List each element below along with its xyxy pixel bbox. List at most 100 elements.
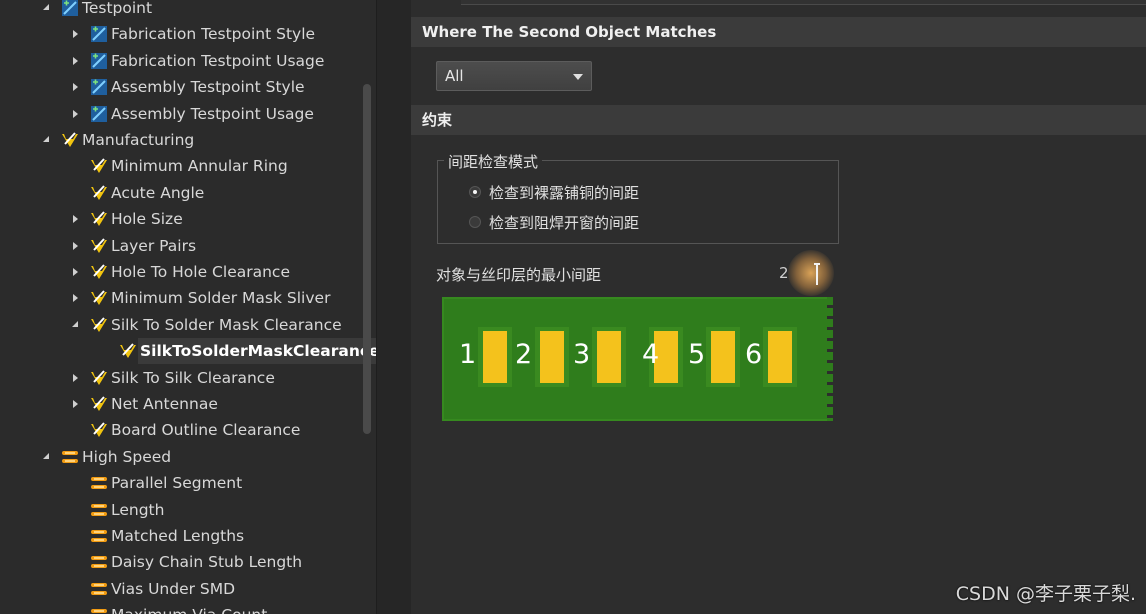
pad-copper [540, 331, 564, 383]
tree-item-label: Assembly Testpoint Usage [111, 104, 314, 123]
high-speed-icon [90, 580, 108, 598]
pad [706, 327, 740, 387]
high-speed-icon [90, 553, 108, 571]
tree-item-label: Testpoint [82, 0, 153, 17]
tree-item-label: Minimum Solder Mask Sliver [111, 289, 331, 308]
radio-unselected-icon [469, 216, 481, 228]
check-mode-group: 间距检查模式 检查到裸露铺铜的间距 检查到阻焊开窗的间距 [437, 151, 839, 244]
splitter-gutter[interactable] [377, 0, 411, 614]
tree-item[interactable]: Parallel Segment [0, 470, 362, 496]
pad-number: 6 [745, 339, 763, 370]
tree-item-label: Vias Under SMD [111, 579, 236, 598]
collapsed-arrow-icon[interactable] [69, 365, 81, 391]
testpoint-icon [61, 0, 79, 17]
tree-item[interactable]: Silk To Silk Clearance [0, 365, 362, 391]
tree-item[interactable]: Fabrication Testpoint Usage [0, 48, 362, 74]
pad [763, 327, 797, 387]
radio-exposed-copper[interactable]: 检查到裸露铺铜的间距 [469, 180, 639, 204]
check-mode-legend: 间距检查模式 [444, 151, 543, 172]
tree-item-label: Matched Lengths [111, 527, 245, 545]
tree-item[interactable]: Net Antennae [0, 391, 362, 417]
manufacturing-rule-icon [90, 369, 108, 387]
tree-item[interactable]: Layer Pairs [0, 233, 362, 259]
manufacturing-rule-icon [90, 263, 108, 281]
tree-item-label: Assembly Testpoint Style [111, 78, 305, 97]
tree-item-label: Length [111, 500, 165, 519]
tree-item[interactable]: Matched Lengths [0, 523, 362, 549]
dropdown-value: All [445, 67, 464, 85]
tree-item-label: Silk To Silk Clearance [111, 368, 275, 387]
tree-item[interactable]: Length [0, 497, 362, 523]
manufacturing-rule-icon [90, 237, 108, 255]
min-distance-label: 对象与丝印层的最小间距 [436, 266, 602, 284]
collapsed-arrow-icon[interactable] [69, 233, 81, 259]
tree-item[interactable]: Hole Size [0, 206, 362, 232]
tree-item-label: Silk To Solder Mask Clearance [111, 315, 342, 334]
text-cursor-icon [814, 263, 820, 285]
tree-item[interactable]: Assembly Testpoint Style [0, 74, 362, 100]
radio-solder-mask-label: 检查到阻焊开窗的间距 [489, 213, 640, 232]
pad-copper [597, 331, 621, 383]
rule-tree-panel: Testpoint Fabrication Testpoint Style Fabr… [0, 0, 377, 614]
pad-number: 4 [642, 339, 660, 370]
testpoint-icon [90, 78, 108, 96]
tree-item[interactable]: Hole To Hole Clearance [0, 259, 362, 285]
manufacturing-rule-icon [90, 316, 108, 334]
collapsed-arrow-icon[interactable] [69, 48, 81, 74]
collapsed-arrow-icon[interactable] [69, 259, 81, 285]
tree-item[interactable]: Acute Angle [0, 180, 362, 206]
expanded-arrow-icon[interactable] [40, 0, 52, 21]
pad-number: 3 [573, 339, 591, 370]
tree-item[interactable]: SilkToSolderMaskClearance [0, 338, 376, 365]
expanded-arrow-icon[interactable] [40, 444, 52, 470]
watermark: CSDN @李子栗子梨. [955, 583, 1136, 605]
expanded-arrow-icon[interactable] [40, 127, 52, 153]
pad-number: 1 [459, 339, 477, 370]
manufacturing-rule-icon [90, 289, 108, 307]
manufacturing-rule-icon [90, 184, 108, 202]
tree-item[interactable]: Daisy Chain Stub Length [0, 549, 362, 575]
pad-number: 5 [688, 339, 706, 370]
min-distance-value[interactable]: 2 [779, 264, 789, 282]
tree-item-label: Board Outline Clearance [111, 421, 301, 440]
tree-item[interactable]: Testpoint [0, 0, 362, 21]
collapsed-arrow-icon[interactable] [69, 285, 81, 311]
testpoint-icon [90, 52, 108, 70]
tree-item[interactable]: Assembly Testpoint Usage [0, 101, 362, 127]
pcb-preview: 1 2 3 45 6 [442, 297, 833, 421]
tree-item-label: Manufacturing [82, 131, 195, 149]
radio-solder-mask[interactable]: 检查到阻焊开窗的间距 [469, 210, 639, 234]
pad-copper [711, 331, 735, 383]
query-field-bottom[interactable] [461, 0, 1146, 5]
high-speed-icon [90, 501, 108, 519]
high-speed-icon [90, 474, 108, 492]
pad-copper [768, 331, 792, 383]
manufacturing-rule-icon [61, 131, 79, 149]
tree-item[interactable]: Manufacturing [0, 127, 362, 153]
tree-item[interactable]: Minimum Annular Ring [0, 153, 362, 179]
constraints-heading: 约束 [411, 105, 1146, 135]
tree-item[interactable]: Vias Under SMD [0, 576, 362, 602]
second-object-scope-dropdown[interactable]: All [436, 61, 592, 91]
chevron-down-icon [573, 74, 583, 80]
tree-item[interactable]: Silk To Solder Mask Clearance [0, 312, 362, 338]
manufacturing-rule-icon [119, 342, 137, 360]
tree-item[interactable]: Board Outline Clearance [0, 417, 362, 443]
expanded-arrow-icon[interactable] [69, 312, 81, 338]
collapsed-arrow-icon[interactable] [69, 21, 81, 47]
collapsed-arrow-icon[interactable] [69, 206, 81, 232]
tree-item[interactable]: Fabrication Testpoint Style [0, 21, 362, 47]
collapsed-arrow-icon[interactable] [69, 101, 81, 127]
collapsed-arrow-icon[interactable] [69, 391, 81, 417]
pad-number: 2 [515, 339, 533, 370]
tree-scrollbar[interactable] [363, 84, 371, 434]
pad [592, 327, 626, 387]
tree-item[interactable]: Minimum Solder Mask Sliver [0, 285, 362, 311]
manufacturing-rule-icon [90, 421, 108, 439]
tree-item[interactable]: Maximum Via Count [0, 602, 362, 614]
high-speed-icon [61, 448, 79, 466]
tree-item[interactable]: High Speed [0, 444, 362, 470]
manufacturing-rule-icon [90, 395, 108, 413]
tree-item-label: Maximum Via Count [111, 602, 267, 614]
collapsed-arrow-icon[interactable] [69, 74, 81, 100]
